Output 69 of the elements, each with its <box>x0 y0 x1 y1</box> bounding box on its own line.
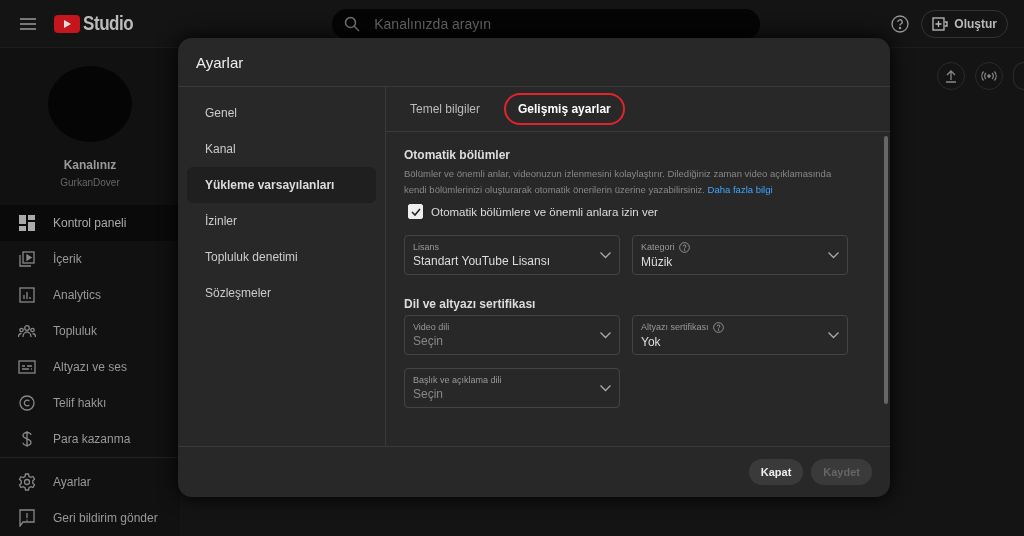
sidebar-item[interactable]: Geri bildirim gönder <box>0 500 180 536</box>
settings-nav-item[interactable]: Kanal <box>187 131 376 167</box>
sidebar-item[interactable]: Analytics <box>0 277 180 314</box>
settings-nav-item[interactable]: Sözleşmeler <box>187 275 376 311</box>
section-description: Bölümler ve önemli anlar, videonuzun izlenmesini kolaylaştırır. Dilediğiniz zaman video açıklamasında kendi bölümlerinizi oluşturarak otomatik önerilerin üzerine yazabilirsiniz. Daha fazla bilgi <box>404 167 833 197</box>
dashboard-icon <box>19 215 35 232</box>
field-value: Müzik <box>641 254 674 269</box>
search-input[interactable]: Kanalınızda arayın <box>372 14 737 33</box>
search-icon <box>344 15 361 32</box>
section-heading: Otomatik bölümler <box>404 148 511 162</box>
section-heading: Dil ve altyazı sertifikası <box>404 297 537 311</box>
help-icon[interactable] <box>678 241 690 253</box>
dialog-title: Ayarlar <box>178 38 890 87</box>
sidebar-item[interactable]: Altyazı ve ses <box>0 349 180 386</box>
dropdown-field[interactable]: Başlık ve açıklama dili Seçin <box>404 368 620 408</box>
field-label: Lisans <box>413 242 439 252</box>
settings-nav-item[interactable]: İzinler <box>187 203 376 239</box>
tab[interactable]: Temel bilgiler <box>402 97 489 121</box>
bar-chart-icon <box>19 287 35 304</box>
sidebar-item[interactable]: İçerik <box>0 241 180 278</box>
sidebar-item[interactable]: Para kazanma <box>0 421 180 458</box>
feedback-icon <box>19 509 35 527</box>
play-logo-icon <box>54 14 80 33</box>
people-icon <box>18 324 36 339</box>
learn-more-link[interactable]: Daha fazla bilgi <box>707 184 773 195</box>
chevron-down-icon <box>600 331 611 339</box>
scrollbar[interactable] <box>884 136 888 404</box>
checkbox-label: Otomatik bölümlere ve önemli anlara izin ver <box>431 205 658 218</box>
broadcast-icon <box>981 71 997 81</box>
chevron-down-icon <box>600 384 611 392</box>
dropdown-field[interactable]: Kategori Müzik <box>632 235 848 275</box>
field-label: Başlık ve açıklama dili <box>413 375 502 385</box>
field-label: Video dili <box>413 322 450 332</box>
dialog-button[interactable]: Kapat <box>748 459 804 485</box>
field-placeholder: Seçin <box>413 387 445 401</box>
channel-title: Kanalınız <box>63 158 117 173</box>
upload-icon <box>945 69 957 83</box>
add-video-icon <box>932 16 949 31</box>
tab[interactable]: Gelişmiş ayarlar <box>504 93 625 125</box>
video-library-icon <box>19 251 35 268</box>
chevron-down-icon <box>828 331 839 339</box>
help-icon[interactable] <box>712 321 724 333</box>
dropdown-field[interactable]: Lisans Standart YouTube Lisansı <box>404 235 620 275</box>
sidebar-item[interactable]: Telif hakkı <box>0 385 180 422</box>
chevron-down-icon <box>828 251 839 259</box>
subtitles-icon <box>18 360 36 375</box>
field-placeholder: Seçin <box>413 334 445 348</box>
field-label: Altyazı sertifikası <box>641 322 709 332</box>
sidebar-item[interactable]: Kontrol paneli <box>0 205 180 242</box>
field-label: Kategori <box>641 242 675 252</box>
channel-name: GurkanDover <box>60 177 120 189</box>
sidebar-item[interactable]: Topluluk <box>0 313 180 350</box>
menu-icon[interactable] <box>20 17 36 30</box>
chevron-down-icon <box>600 251 611 259</box>
settings-nav-item[interactable]: Genel <box>187 95 376 131</box>
settings-nav-item[interactable]: Yükleme varsayılanları <box>187 167 376 203</box>
copyright-icon <box>19 395 35 412</box>
settings-nav-item[interactable]: Topluluk denetimi <box>187 239 376 275</box>
search-field[interactable]: Kanalınızda arayın <box>332 8 761 39</box>
logo-text: Studio <box>83 12 134 35</box>
field-value: Standart YouTube Lisansı <box>413 254 551 268</box>
dropdown-field[interactable]: Video dili Seçin <box>404 315 620 355</box>
dollar-icon <box>21 430 33 449</box>
settings-icon <box>18 473 36 491</box>
dropdown-field[interactable]: Altyazı sertifikası Yok <box>632 315 848 355</box>
sidebar-item[interactable]: Ayarlar <box>0 464 180 500</box>
help-icon[interactable] <box>891 14 910 33</box>
field-value: Yok <box>641 334 662 349</box>
checkbox[interactable] <box>408 204 423 219</box>
